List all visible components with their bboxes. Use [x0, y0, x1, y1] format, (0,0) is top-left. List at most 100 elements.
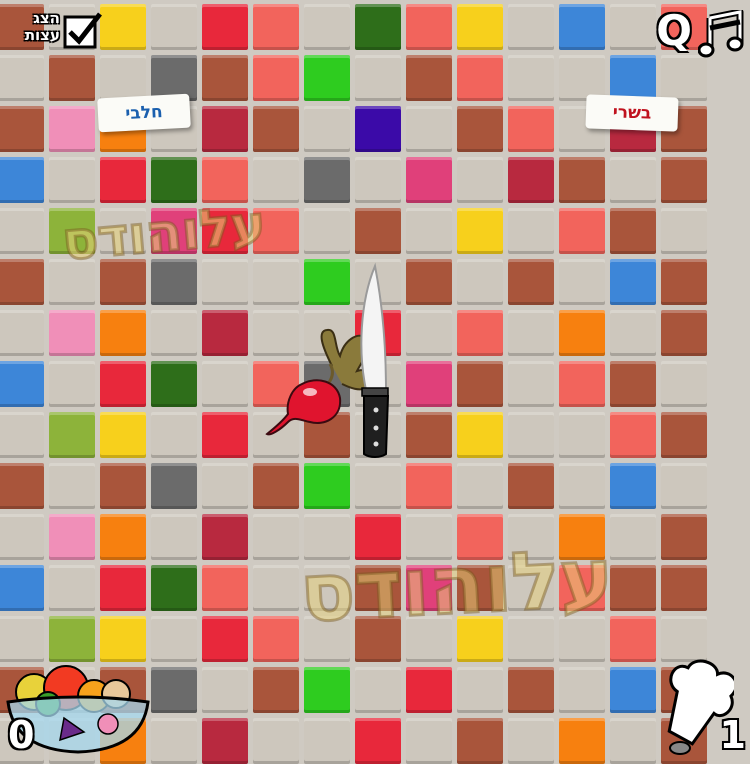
floor-tile: [202, 208, 248, 254]
floor-tile: [508, 412, 554, 458]
floor-tile: [610, 667, 656, 713]
floor-tile: [49, 55, 95, 101]
floor-tile: [100, 259, 146, 305]
floor-tile: [304, 667, 350, 713]
tips-toggle[interactable]: הצג עצות: [4, 10, 104, 56]
floor-tile: [508, 208, 554, 254]
floor-tile: [559, 667, 605, 713]
floor-tile: [406, 463, 452, 509]
floor-tile: [661, 259, 707, 305]
floor-tile: [304, 514, 350, 560]
floor-tile: [151, 718, 197, 764]
dairy-sign: חלבי: [97, 93, 191, 133]
floor-tile: [406, 514, 452, 560]
floor-tile: [508, 157, 554, 203]
floor-tile: [100, 4, 146, 50]
floor-tile: [253, 55, 299, 101]
floor-tile: [304, 463, 350, 509]
quality-button[interactable]: Q: [656, 6, 692, 56]
floor-tile: [559, 157, 605, 203]
floor-tile: [559, 718, 605, 764]
tips-label-line2: עצות: [24, 26, 60, 44]
floor-tile: [253, 514, 299, 560]
floor-tile: [100, 463, 146, 509]
floor-tile: [151, 667, 197, 713]
floor-tile: [559, 514, 605, 560]
floor-tile: [49, 514, 95, 560]
floor-tile: [610, 208, 656, 254]
floor-tile: [304, 718, 350, 764]
floor-tile: [406, 310, 452, 356]
floor-tile: [508, 310, 554, 356]
floor-tile: [0, 616, 44, 662]
floor-tile: [355, 463, 401, 509]
floor-tile: [304, 157, 350, 203]
floor-tile: [151, 565, 197, 611]
meat-sign: בשרי: [585, 94, 679, 132]
floor-tile: [559, 565, 605, 611]
floor-tile: [304, 4, 350, 50]
floor-tile: [202, 514, 248, 560]
floor-tile: [406, 55, 452, 101]
floor-tile: [355, 514, 401, 560]
floor-tile: [559, 463, 605, 509]
floor-tile: [457, 55, 503, 101]
floor-tile: [610, 361, 656, 407]
floor-tile: [610, 157, 656, 203]
floor-tile: [0, 412, 44, 458]
floor-tile: [355, 208, 401, 254]
floor-tile: [661, 208, 707, 254]
floor-tile: [661, 514, 707, 560]
floor-tile: [0, 157, 44, 203]
floor-tile: [457, 616, 503, 662]
floor-tile: [508, 718, 554, 764]
floor-tile: [151, 208, 197, 254]
floor-tile: [355, 667, 401, 713]
floor-tile: [457, 106, 503, 152]
music-note-icon[interactable]: [698, 10, 746, 58]
floor-tile: [508, 55, 554, 101]
floor-tile: [304, 565, 350, 611]
floor-tile: [253, 718, 299, 764]
floor-tile: [457, 412, 503, 458]
floor-tile: [151, 157, 197, 203]
floor-tile: [100, 616, 146, 662]
floor-tile: [49, 259, 95, 305]
floor-tile: [151, 259, 197, 305]
floor-tile: [406, 4, 452, 50]
floor-tile: [457, 208, 503, 254]
floor-tile: [508, 616, 554, 662]
floor-tile: [457, 463, 503, 509]
floor-tile: [508, 514, 554, 560]
floor-tile: [202, 361, 248, 407]
floor-tile: [253, 616, 299, 662]
floor-tile: [202, 157, 248, 203]
floor-tile: [202, 106, 248, 152]
floor-tile: [202, 616, 248, 662]
score-right: 1: [719, 713, 746, 757]
floor-tile: [406, 106, 452, 152]
floor-tile: [49, 565, 95, 611]
floor-tile: [508, 4, 554, 50]
floor-tile: [508, 361, 554, 407]
floor-tile: [49, 310, 95, 356]
floor-tile: [355, 55, 401, 101]
floor-tile: [457, 514, 503, 560]
floor-tile: [0, 55, 44, 101]
knife-icon[interactable]: [350, 262, 394, 462]
floor-tile: [355, 616, 401, 662]
floor-tile: [406, 667, 452, 713]
floor-tile: [559, 361, 605, 407]
floor-tile: [202, 4, 248, 50]
floor-tile: [661, 55, 707, 101]
floor-tile: [559, 208, 605, 254]
floor-tile: [49, 157, 95, 203]
floor-tile: [457, 259, 503, 305]
floor-tile: [49, 616, 95, 662]
floor-tile: [457, 310, 503, 356]
floor-tile: [457, 667, 503, 713]
floor-tile: [355, 106, 401, 152]
floor-tile: [253, 667, 299, 713]
floor-tile: [0, 310, 44, 356]
floor-tile: [0, 514, 44, 560]
